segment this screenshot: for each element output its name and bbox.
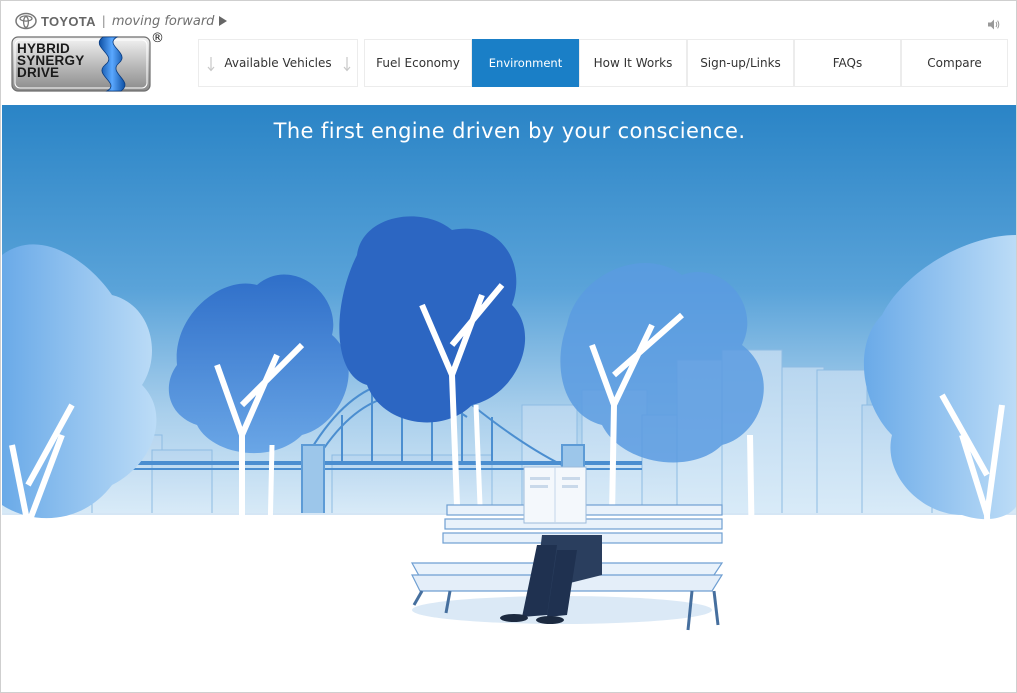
down-arrow-icon	[207, 57, 215, 72]
nav-faqs-label: FAQs	[832, 56, 863, 70]
hsd-line-3: DRIVE	[17, 65, 60, 80]
play-arrow-icon	[219, 16, 228, 26]
toyota-brand-bar[interactable]: TOYOTA | moving forward	[15, 11, 228, 31]
park-scene-illustration	[2, 105, 1016, 692]
toyota-wordmark: TOYOTA	[41, 13, 96, 29]
site-header: TOYOTA | moving forward HYBRID SYNERGY D…	[1, 1, 1016, 105]
nav-how-it-works-label: How It Works	[593, 56, 673, 70]
hybrid-synergy-drive-logo[interactable]: HYBRID SYNERGY DRIVE ®	[11, 31, 164, 95]
nav-compare-label: Compare	[927, 56, 982, 70]
nav-fuel-economy[interactable]: Fuel Economy	[364, 39, 472, 87]
nav-environment[interactable]: Environment	[472, 39, 579, 87]
speaker-icon[interactable]	[988, 19, 1000, 30]
toyota-emblem-icon	[15, 12, 37, 30]
nav-signup-links[interactable]: Sign-up/Links	[687, 39, 794, 87]
nav-how-it-works[interactable]: How It Works	[579, 39, 687, 87]
brand-separator: |	[101, 14, 106, 28]
nav-compare[interactable]: Compare	[901, 39, 1008, 87]
nav-available-vehicles[interactable]: Available Vehicles	[198, 39, 358, 87]
nav-faqs[interactable]: FAQs	[794, 39, 901, 87]
nav-environment-label: Environment	[488, 56, 563, 70]
hsd-wordmark: HYBRID SYNERGY DRIVE	[17, 42, 84, 80]
hero-banner: The first engine driven by your conscien…	[2, 105, 1016, 692]
main-navigation: Available Vehicles Fuel Economy Environm…	[198, 39, 1008, 87]
page-frame: TOYOTA | moving forward HYBRID SYNERGY D…	[0, 0, 1017, 693]
down-arrow-icon	[343, 57, 351, 72]
nav-fuel-economy-label: Fuel Economy	[376, 56, 460, 70]
nav-available-vehicles-label: Available Vehicles	[224, 56, 332, 70]
registered-mark: ®	[151, 31, 164, 46]
nav-signup-links-label: Sign-up/Links	[700, 56, 781, 70]
brand-tagline: moving forward	[111, 13, 215, 29]
hero-headline: The first engine driven by your conscien…	[273, 119, 746, 143]
